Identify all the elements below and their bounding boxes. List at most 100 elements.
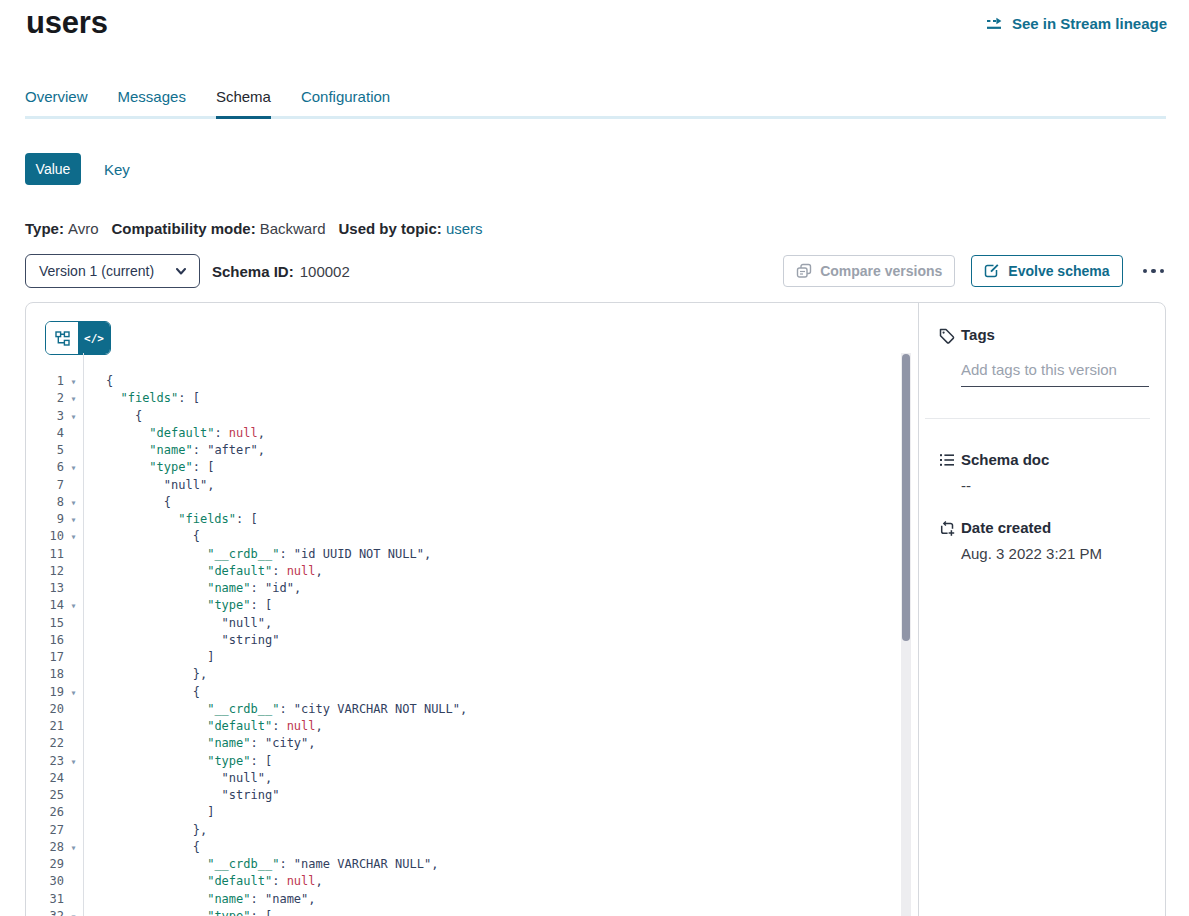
fold-spacer	[64, 477, 83, 494]
code-text: "type": [	[83, 753, 272, 770]
tab-schema[interactable]: Schema	[216, 88, 271, 119]
fold-toggle-icon[interactable]: ▾	[64, 390, 83, 407]
schema-page: users See in Stream lineage Overview Mess…	[0, 0, 1189, 916]
line-number: 13	[26, 580, 64, 597]
line-number: 16	[26, 632, 64, 649]
edit-icon	[984, 263, 1000, 279]
schema-sidebar: Tags Add tags to this version Schema doc…	[918, 303, 1165, 916]
code-line: 9▾ "fields": [	[26, 511, 888, 528]
code-text: "null",	[83, 770, 272, 787]
stream-lineage-link[interactable]: See in Stream lineage	[986, 15, 1167, 32]
code-text: "type": [	[83, 459, 214, 476]
code-view-icon: </>	[84, 332, 104, 345]
line-number: 26	[26, 804, 64, 821]
fold-toggle-icon[interactable]: ▾	[64, 459, 83, 476]
topic-link[interactable]: users	[446, 220, 483, 237]
code-text: {	[83, 684, 200, 701]
code-text: {	[83, 373, 113, 390]
line-number: 24	[26, 770, 64, 787]
code-line: 16 "string"	[26, 632, 888, 649]
schema-meta-row: Type:Avro Compatibility mode:Backward Us…	[25, 220, 496, 237]
fold-toggle-icon[interactable]: ▾	[64, 908, 83, 916]
code-text: "fields": [	[83, 511, 258, 528]
fold-toggle-icon[interactable]: ▾	[64, 373, 83, 390]
fold-toggle-icon[interactable]: ▾	[64, 408, 83, 425]
value-toggle-button[interactable]: Value	[25, 153, 81, 185]
code-text: "__crdb__": "city VARCHAR NOT NULL",	[83, 701, 467, 718]
line-number: 30	[26, 873, 64, 890]
code-text: "name": "city",	[83, 735, 316, 752]
compatibility-value: Backward	[260, 220, 326, 237]
tree-view-button[interactable]	[46, 322, 78, 354]
mode-toggle: Value Key	[25, 153, 130, 185]
line-number: 22	[26, 735, 64, 752]
fold-toggle-icon[interactable]: ▾	[64, 494, 83, 511]
line-number: 19	[26, 684, 64, 701]
code-lines: 1▾{2▾ "fields": [3▾ {4 "default": null,5…	[26, 373, 888, 916]
code-text: "__crdb__": "id UUID NOT NULL",	[83, 546, 431, 563]
code-text: "default": null,	[83, 425, 265, 442]
tags-input[interactable]: Add tags to this version	[961, 361, 1117, 378]
line-number: 32	[26, 908, 64, 916]
code-line: 21 "default": null,	[26, 718, 888, 735]
version-select[interactable]: Version 1 (current)	[25, 254, 200, 288]
code-text: {	[83, 494, 171, 511]
line-number: 10	[26, 528, 64, 545]
code-text: "name": "after",	[83, 442, 265, 459]
type-value: Avro	[68, 220, 99, 237]
key-toggle-button[interactable]: Key	[104, 161, 130, 178]
code-line: 29 "__crdb__": "name VARCHAR NULL",	[26, 856, 888, 873]
date-created-value: Aug. 3 2022 3:21 PM	[961, 545, 1102, 562]
code-text: },	[83, 666, 207, 683]
code-text: "null",	[83, 477, 214, 494]
fold-toggle-icon[interactable]: ▾	[64, 528, 83, 545]
schema-doc-value: --	[961, 477, 971, 494]
line-number: 7	[26, 477, 64, 494]
fold-toggle-icon[interactable]: ▾	[64, 753, 83, 770]
code-scrollbar-thumb[interactable]	[902, 354, 910, 641]
line-number: 27	[26, 822, 64, 839]
tab-rule	[25, 116, 1166, 119]
fold-spacer	[64, 891, 83, 908]
tab-overview[interactable]: Overview	[25, 88, 88, 119]
fold-toggle-icon[interactable]: ▾	[64, 839, 83, 856]
code-line: 17 ]	[26, 649, 888, 666]
evolve-schema-button[interactable]: Evolve schema	[971, 255, 1122, 287]
fold-spacer	[64, 804, 83, 821]
code-line: 32▾ "type": [	[26, 908, 888, 916]
fold-spacer	[64, 770, 83, 787]
code-view-button[interactable]: </>	[78, 322, 110, 354]
code-line: 15 "null",	[26, 615, 888, 632]
fold-spacer	[64, 649, 83, 666]
more-options-button[interactable]	[1141, 265, 1167, 278]
fold-spacer	[64, 546, 83, 563]
used-by-topic-label: Used by topic:	[339, 220, 442, 237]
line-number: 15	[26, 615, 64, 632]
fold-toggle-icon[interactable]: ▾	[64, 597, 83, 614]
compatibility-label: Compatibility mode:	[111, 220, 255, 237]
code-text: "name": "id",	[83, 580, 301, 597]
code-line: 31 "name": "name",	[26, 891, 888, 908]
tags-title: Tags	[961, 326, 995, 343]
schema-id-value: 100002	[300, 263, 350, 280]
fold-toggle-icon[interactable]: ▾	[64, 511, 83, 528]
code-text: "type": [	[83, 597, 272, 614]
line-number: 3	[26, 408, 64, 425]
code-line: 30 "default": null,	[26, 873, 888, 890]
code-line: 3▾ {	[26, 408, 888, 425]
line-number: 12	[26, 563, 64, 580]
fold-spacer	[64, 615, 83, 632]
code-text: {	[83, 408, 142, 425]
fold-toggle-icon[interactable]: ▾	[64, 684, 83, 701]
code-line: 25 "string"	[26, 787, 888, 804]
fold-spacer	[64, 856, 83, 873]
compare-versions-button[interactable]: Compare versions	[783, 255, 955, 287]
fold-spacer	[64, 563, 83, 580]
line-number: 5	[26, 442, 64, 459]
tab-messages[interactable]: Messages	[118, 88, 186, 119]
code-text: ]	[83, 804, 214, 821]
code-text: "default": null,	[83, 563, 323, 580]
tab-configuration[interactable]: Configuration	[301, 88, 390, 119]
schema-doc-title: Schema doc	[961, 451, 1049, 468]
code-text: },	[83, 822, 207, 839]
